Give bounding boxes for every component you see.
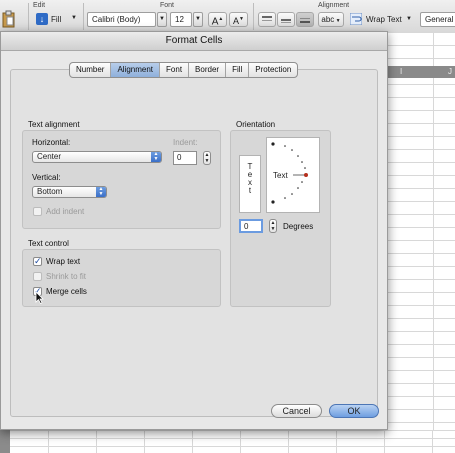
vertical-value: Bottom [37,187,63,196]
spreadsheet-grid[interactable] [385,32,455,453]
column-header-bar [385,66,455,78]
font-name-dropdown-icon[interactable]: ▼ [157,12,167,27]
number-format-value: General [425,15,454,24]
text-alignment-title: Text alignment [28,120,80,129]
horizontal-value: Center [37,152,62,161]
ok-button[interactable]: OK [329,404,379,418]
align-middle-icon[interactable] [277,12,295,27]
horizontal-select[interactable]: Center ▲ ▼ [32,151,162,163]
add-indent-checkbox[interactable] [33,207,42,216]
degrees-value: 0 [244,222,249,231]
paste-icon[interactable] [2,10,16,28]
horizontal-stepper-icon: ▲ ▼ [151,152,161,162]
font-size-select[interactable]: 12 [170,12,192,27]
alignment-panel: Text alignment Horizontal: Center ▲ ▼ Ind… [10,69,378,417]
tab-protection[interactable]: Protection [249,63,297,77]
vertical-stepper-icon: ▲ ▼ [96,187,106,197]
align-top-icon[interactable] [258,12,276,27]
merge-cells-label: Merge cells [46,287,87,296]
column-letter-i[interactable]: I [400,67,402,76]
wrap-text-dropdown-icon[interactable]: ▼ [406,16,412,22]
degrees-field[interactable]: 0 [239,219,263,233]
orientation-dial[interactable]: Text [266,137,320,213]
fill-dropdown-icon[interactable]: ▼ [71,15,77,21]
fill-button-label[interactable]: Fill [51,15,61,24]
column-letter-j[interactable]: J [448,67,452,76]
number-format-select[interactable]: General [420,12,455,27]
format-cells-dialog: Format Cells Number Alignment Font Borde… [0,31,388,430]
abc-label: abc [321,15,335,24]
spreadsheet-grid-bottom[interactable] [0,430,455,453]
tab-fill[interactable]: Fill [226,63,250,77]
wrap-text-label: Wrap text [46,257,81,266]
shrink-to-fit-checkbox[interactable] [33,272,42,281]
font-size-dropdown-icon[interactable]: ▼ [193,12,203,27]
vertical-text-letter: t [248,186,252,195]
orientation-abc-button[interactable]: abc ▼ [318,12,344,27]
vertical-label: Vertical: [32,173,61,182]
edit-group-label: Edit [33,2,46,9]
grow-font-button[interactable]: A▲ [208,12,227,27]
tab-bar: Number Alignment Font Border Fill Protec… [69,62,299,78]
mouse-cursor-icon [35,291,44,304]
wrap-text-button[interactable]: Wrap Text [366,15,402,24]
font-group-label: Font [160,2,175,9]
indent-stepper[interactable]: ▲ ▼ [203,151,211,165]
alignment-group-label: Alignment [318,2,350,9]
wrap-text-icon[interactable] [349,12,363,26]
fill-down-icon[interactable]: ↓ [36,13,48,25]
horizontal-label: Horizontal: [32,138,71,147]
orientation-dial-text: Text [273,171,288,180]
tab-alignment[interactable]: Alignment [111,63,161,77]
shrink-to-fit-label: Shrink to fit [46,272,87,281]
align-bottom-icon[interactable] [296,12,314,27]
cancel-button[interactable]: Cancel [271,404,322,418]
vertical-text-box[interactable]: T e x t [239,155,261,213]
font-size-value: 12 [175,15,184,24]
degrees-stepper[interactable]: ▲ ▼ [269,219,277,233]
shrink-font-button[interactable]: A▼ [229,12,248,27]
add-indent-label: Add indent [46,207,85,216]
dialog-title: Format Cells [1,32,387,51]
vertical-select[interactable]: Bottom ▲ ▼ [32,186,107,198]
indent-field[interactable]: 0 [173,151,197,165]
indent-value: 0 [177,153,182,162]
ribbon-toolbar: Edit Font Alignment ↓ Fill ▼ Calibri (Bo… [0,0,455,33]
tab-font[interactable]: Font [160,63,190,77]
wrap-text-checkbox[interactable]: ✓ [33,257,42,266]
degrees-label: Degrees [283,222,314,231]
tab-border[interactable]: Border [189,63,227,77]
text-control-title: Text control [28,239,69,248]
font-name-select[interactable]: Calibri (Body) [87,12,156,27]
orientation-title: Orientation [236,120,276,129]
row-header-bar [0,430,10,453]
indent-label: Indent: [173,138,198,147]
text-alignment-group: Horizontal: Center ▲ ▼ Indent: 0 ▲ ▼ Verti… [22,130,221,229]
text-control-group: ✓ Wrap text Shrink to fit ✓ Merge cells [22,249,221,307]
orientation-group: T e x t Text 0 ▲ ▼ Degrees [230,130,331,307]
font-name-value: Calibri (Body) [92,15,141,24]
tab-number[interactable]: Number [70,63,112,77]
